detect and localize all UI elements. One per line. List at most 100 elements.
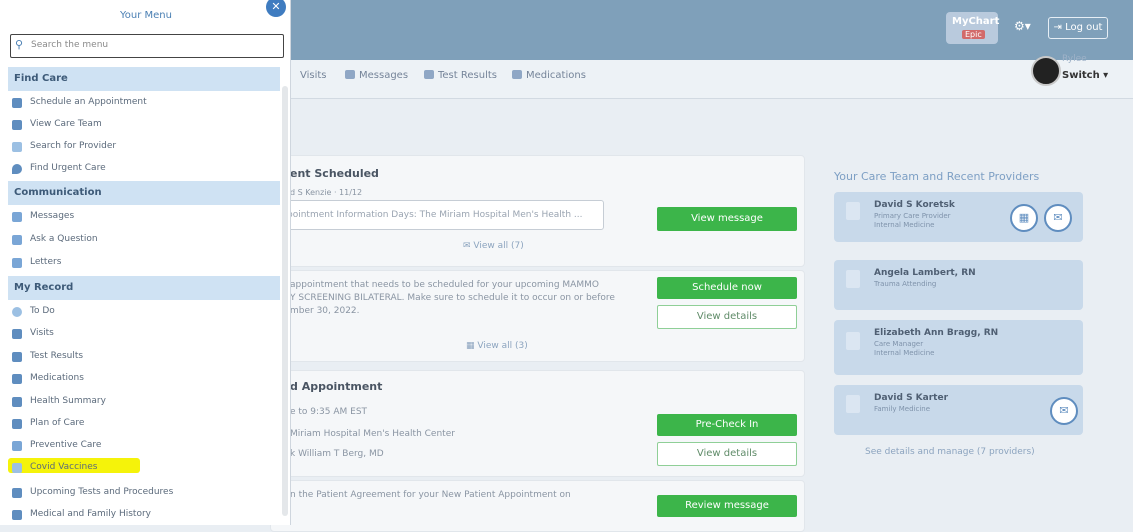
appointment-provider: k William T Berg, MD — [290, 449, 384, 459]
pre-check-in-button[interactable]: Pre-Check In — [657, 414, 797, 436]
menu-item-label: Medical and Family History — [30, 509, 151, 519]
provider-role: Trauma Attending — [874, 280, 937, 288]
menu-item-schedule-appointment[interactable]: Schedule an Appointment — [10, 93, 278, 113]
message-icon[interactable]: ✉ — [1050, 397, 1078, 425]
chat-bubble-icon — [12, 235, 22, 245]
avatar[interactable] — [1031, 56, 1061, 86]
menu-item-preventive-care[interactable]: Preventive Care — [10, 436, 278, 456]
menu-item-upcoming-tests[interactable]: Upcoming Tests and Procedures — [10, 483, 278, 503]
your-menu-panel: Your Menu ✕ ⚲ Find Care Schedule an Appo… — [0, 0, 291, 525]
menu-item-health-summary[interactable]: Health Summary — [10, 392, 278, 412]
provider-name: Elizabeth Ann Bragg, RN — [874, 328, 999, 338]
close-menu-button[interactable]: ✕ — [266, 0, 286, 17]
review-message-button[interactable]: Review message — [657, 495, 797, 517]
menu-item-letters[interactable]: Letters — [10, 253, 278, 273]
logo-text: MyChart — [952, 16, 1000, 27]
mychart-logo[interactable]: MyChart Epic — [946, 12, 1000, 44]
menu-header: Your Menu ✕ — [0, 0, 290, 30]
appointment-time: e to 9:35 AM EST — [290, 407, 368, 417]
nav-item-messages[interactable]: Messages — [345, 70, 408, 81]
card-title: d Appointment — [290, 380, 383, 393]
provider-role: Family Medicine — [874, 405, 931, 413]
calendar-icon — [12, 329, 22, 339]
card-title: ent Scheduled — [290, 167, 379, 180]
menu-item-label: Covid Vaccines — [30, 462, 98, 472]
menu-item-label: Messages — [30, 211, 75, 221]
view-message-button[interactable]: View message — [657, 207, 797, 231]
provider-card[interactable]: Angela Lambert, RN Trauma Attending — [834, 260, 1083, 310]
provider-card[interactable]: David S Koretsk Primary Care Provider In… — [834, 192, 1083, 242]
nav-item-test-results[interactable]: Test Results — [424, 70, 497, 81]
logo-subtext: Epic — [962, 30, 985, 39]
section-header-communication: Communication — [8, 181, 280, 205]
view-all-label: View all (7) — [473, 241, 524, 251]
calendar-icon: ▦ — [466, 341, 478, 351]
menu-item-label: Medications — [30, 373, 84, 383]
care-team-icon — [12, 120, 22, 130]
menu-item-label: Preventive Care — [30, 440, 102, 450]
calendar-icon — [12, 98, 22, 108]
view-all-link[interactable]: ✉ View all (7) — [463, 241, 524, 251]
section-title: Find Care — [14, 73, 68, 84]
message-icon[interactable]: ✉ — [1044, 204, 1072, 232]
provider-name: Angela Lambert, RN — [874, 268, 976, 278]
provider-card[interactable]: Elizabeth Ann Bragg, RN Care Manager Int… — [834, 320, 1083, 375]
medications-icon — [512, 70, 522, 79]
nav-label: Messages — [359, 70, 409, 81]
section-title: Communication — [14, 187, 102, 198]
menu-item-to-do[interactable]: To Do — [10, 302, 278, 322]
menu-item-medical-family-history[interactable]: Medical and Family History — [10, 505, 278, 525]
nav-item-visits[interactable]: Visits — [300, 70, 327, 81]
nav-label: Test Results — [438, 70, 497, 81]
menu-scrollbar[interactable] — [282, 86, 288, 516]
close-icon: ✕ — [271, 0, 281, 13]
plan-of-care-icon — [12, 419, 22, 429]
care-team-title: Your Care Team and Recent Providers — [834, 170, 1040, 183]
menu-item-label: Ask a Question — [30, 234, 98, 244]
search-input[interactable] — [31, 37, 279, 53]
menu-item-plan-of-care[interactable]: Plan of Care — [10, 414, 278, 434]
menu-item-label: Schedule an Appointment — [30, 97, 147, 107]
menu-item-label: To Do — [30, 306, 55, 316]
settings-dropdown[interactable]: ⚙▾ — [1014, 19, 1031, 33]
switch-account-button[interactable]: Switch ▾ — [1062, 70, 1108, 81]
provider-card[interactable]: David S Karter Family Medicine ✉ — [834, 385, 1083, 435]
menu-item-search-provider[interactable]: Search for Provider — [10, 137, 278, 157]
menu-item-test-results[interactable]: Test Results — [10, 347, 278, 367]
messages-icon — [345, 70, 355, 79]
menu-item-ask-question[interactable]: Ask a Question — [10, 230, 278, 250]
menu-item-medications[interactable]: Medications — [10, 369, 278, 389]
search-icon — [12, 142, 22, 152]
provider-photo-icon — [846, 395, 860, 413]
view-details-button[interactable]: View details — [657, 442, 797, 466]
logout-button[interactable]: ⇥ Log out — [1048, 17, 1108, 39]
view-all-link[interactable]: ▦ View all (3) — [466, 341, 528, 351]
menu-item-label: Upcoming Tests and Procedures — [30, 487, 174, 497]
menu-item-label: Health Summary — [30, 396, 106, 406]
view-details-button[interactable]: View details — [657, 305, 797, 329]
menu-item-visits[interactable]: Visits — [10, 324, 278, 344]
provider-photo-icon — [846, 332, 860, 350]
see-details-link[interactable]: See details and manage (7 providers) — [865, 447, 1035, 457]
menu-item-label: Search for Provider — [30, 141, 117, 151]
message-preview[interactable]: pointment Information Days: The Miriam H… — [280, 200, 604, 230]
menu-item-view-care-team[interactable]: View Care Team — [10, 115, 278, 135]
location-pin-icon — [12, 164, 22, 174]
schedule-icon[interactable]: ▦ — [1010, 204, 1038, 232]
menu-item-covid-vaccines[interactable]: Covid Vaccines — [10, 458, 278, 478]
provider-name: David S Koretsk — [874, 200, 955, 210]
menu-item-find-urgent-care[interactable]: Find Urgent Care — [10, 159, 278, 179]
envelope-icon: ✉ — [463, 241, 474, 251]
nav-label: Visits — [300, 70, 327, 81]
logout-label: Log out — [1065, 22, 1103, 33]
provider-photo-icon — [846, 270, 860, 288]
nav-item-medications[interactable]: Medications — [512, 70, 586, 81]
card-text-line: mber 30, 2022. — [290, 306, 360, 316]
section-title: My Record — [14, 282, 74, 293]
family-history-icon — [12, 510, 22, 520]
syringe-icon — [12, 463, 22, 473]
schedule-now-button[interactable]: Schedule now — [657, 277, 797, 299]
menu-item-label: Visits — [30, 328, 54, 338]
provider-role: Care Manager — [874, 340, 924, 348]
menu-item-messages[interactable]: Messages — [10, 207, 278, 227]
